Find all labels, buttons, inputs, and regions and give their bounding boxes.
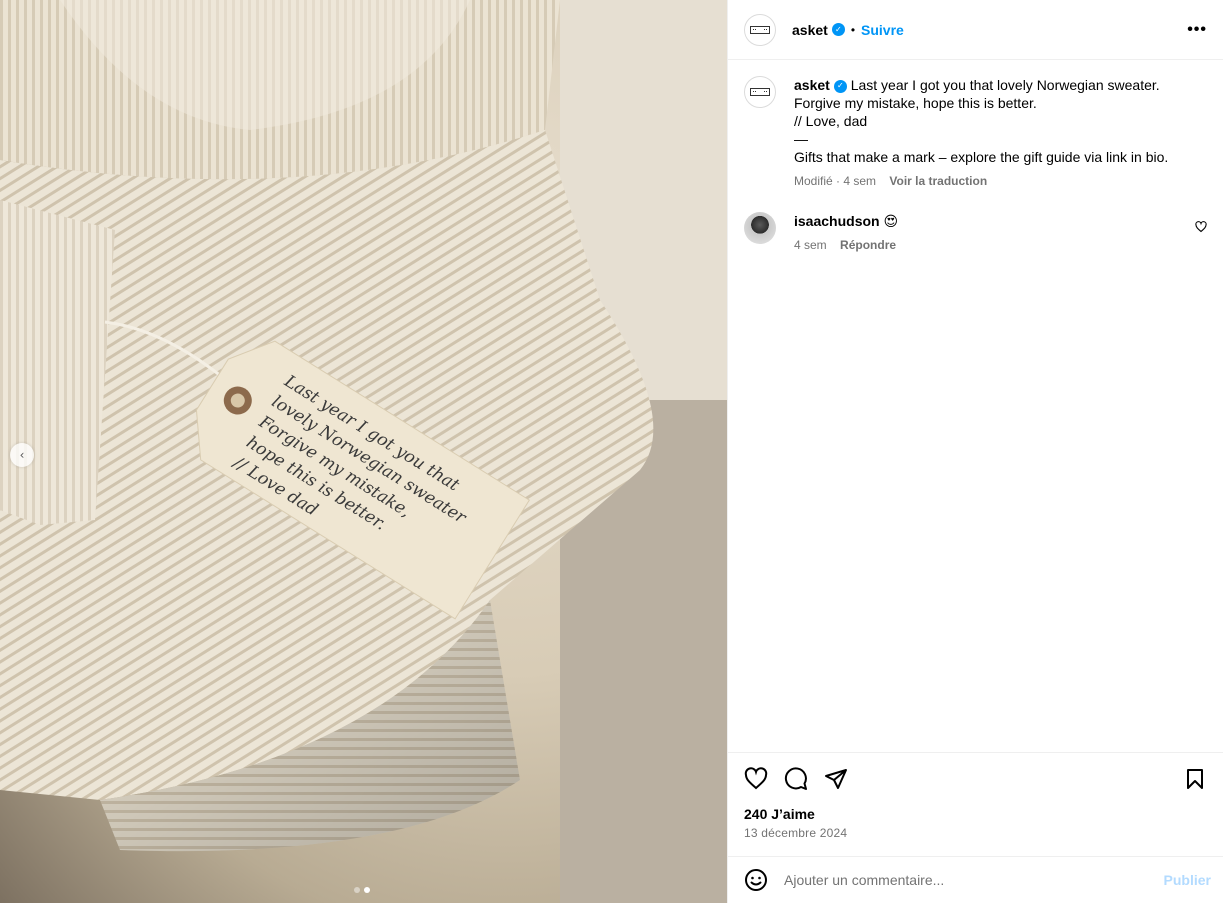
verified-icon: ✓ — [831, 23, 845, 36]
comment-icon[interactable] — [784, 767, 808, 791]
add-comment-bar: Publier — [728, 856, 1223, 903]
caption-line: Last year I got you that lovely Norwegia… — [850, 77, 1160, 93]
avatar[interactable] — [744, 212, 776, 244]
avatar[interactable] — [744, 76, 776, 108]
follow-button[interactable]: Suivre — [861, 22, 904, 38]
post-username[interactable]: asket — [792, 22, 828, 38]
emoji-icon[interactable] — [744, 868, 768, 892]
instagram-post-modal: Last year I got you that lovely Norwegia… — [0, 0, 1223, 903]
chevron-left-icon: ‹ — [19, 448, 25, 462]
comments-section[interactable]: asket ✓ Last year I got you that lovely N… — [728, 60, 1223, 752]
translate-link[interactable]: Voir la traduction — [889, 174, 987, 188]
post-date: 13 décembre 2024 — [744, 826, 848, 840]
action-bar — [744, 765, 1207, 793]
actions-section: 240 J’aime 13 décembre 2024 — [728, 752, 1223, 856]
comment-body: 😍 — [883, 213, 899, 229]
bookmark-icon[interactable] — [1183, 767, 1207, 791]
comment-text: isaachudson 😍 — [794, 212, 1187, 230]
avatar[interactable] — [744, 13, 776, 46]
caption-username[interactable]: asket — [794, 77, 830, 93]
likes-count[interactable]: 240 J’aime — [744, 806, 1207, 822]
caption: asket ✓ Last year I got you that lovely N… — [744, 76, 1207, 188]
more-icon[interactable]: ••• — [1187, 21, 1207, 39]
post-panel: asket ✓ • Suivre ••• asket ✓ Last year I … — [727, 0, 1223, 903]
carousel-prev-button[interactable]: ‹ — [10, 443, 34, 467]
edited-time: Modifié · 4 sem — [794, 174, 877, 188]
asket-logo-icon — [750, 25, 770, 34]
caption-meta: Modifié · 4 sem Voir la traduction — [794, 174, 1207, 188]
verified-icon: ✓ — [833, 79, 847, 93]
caption-line: // Love, dad — [794, 113, 868, 129]
carousel-dot-active — [364, 887, 370, 893]
carousel-dot — [354, 887, 360, 893]
comment-time: 4 sem — [794, 238, 827, 252]
asket-logo-icon — [750, 88, 770, 96]
caption-text: asket ✓ Last year I got you that lovely N… — [794, 76, 1207, 166]
post-header: asket ✓ • Suivre ••• — [728, 0, 1223, 60]
post-media[interactable]: Last year I got you that lovely Norwegia… — [0, 0, 727, 903]
heart-icon[interactable] — [744, 767, 768, 791]
reply-button[interactable]: Répondre — [840, 238, 896, 252]
comment-item: isaachudson 😍 4 sem Répondre — [744, 212, 1207, 252]
comment-like-heart-icon[interactable] — [1195, 220, 1207, 236]
share-icon[interactable] — [824, 767, 848, 791]
carousel-dots — [354, 887, 370, 893]
caption-line: Forgive my mistake, hope this is better. — [794, 95, 1037, 111]
sweater-photo: Last year I got you that lovely Norwegia… — [0, 0, 727, 903]
caption-line: — — [794, 131, 808, 147]
comment-input[interactable] — [784, 872, 1164, 888]
caption-line: Gifts that make a mark – explore the gif… — [794, 149, 1169, 165]
comment-username[interactable]: isaachudson — [794, 213, 880, 229]
separator-dot: • — [850, 22, 856, 37]
publish-button[interactable]: Publier — [1164, 872, 1211, 888]
comment-meta: 4 sem Répondre — [794, 238, 1187, 252]
